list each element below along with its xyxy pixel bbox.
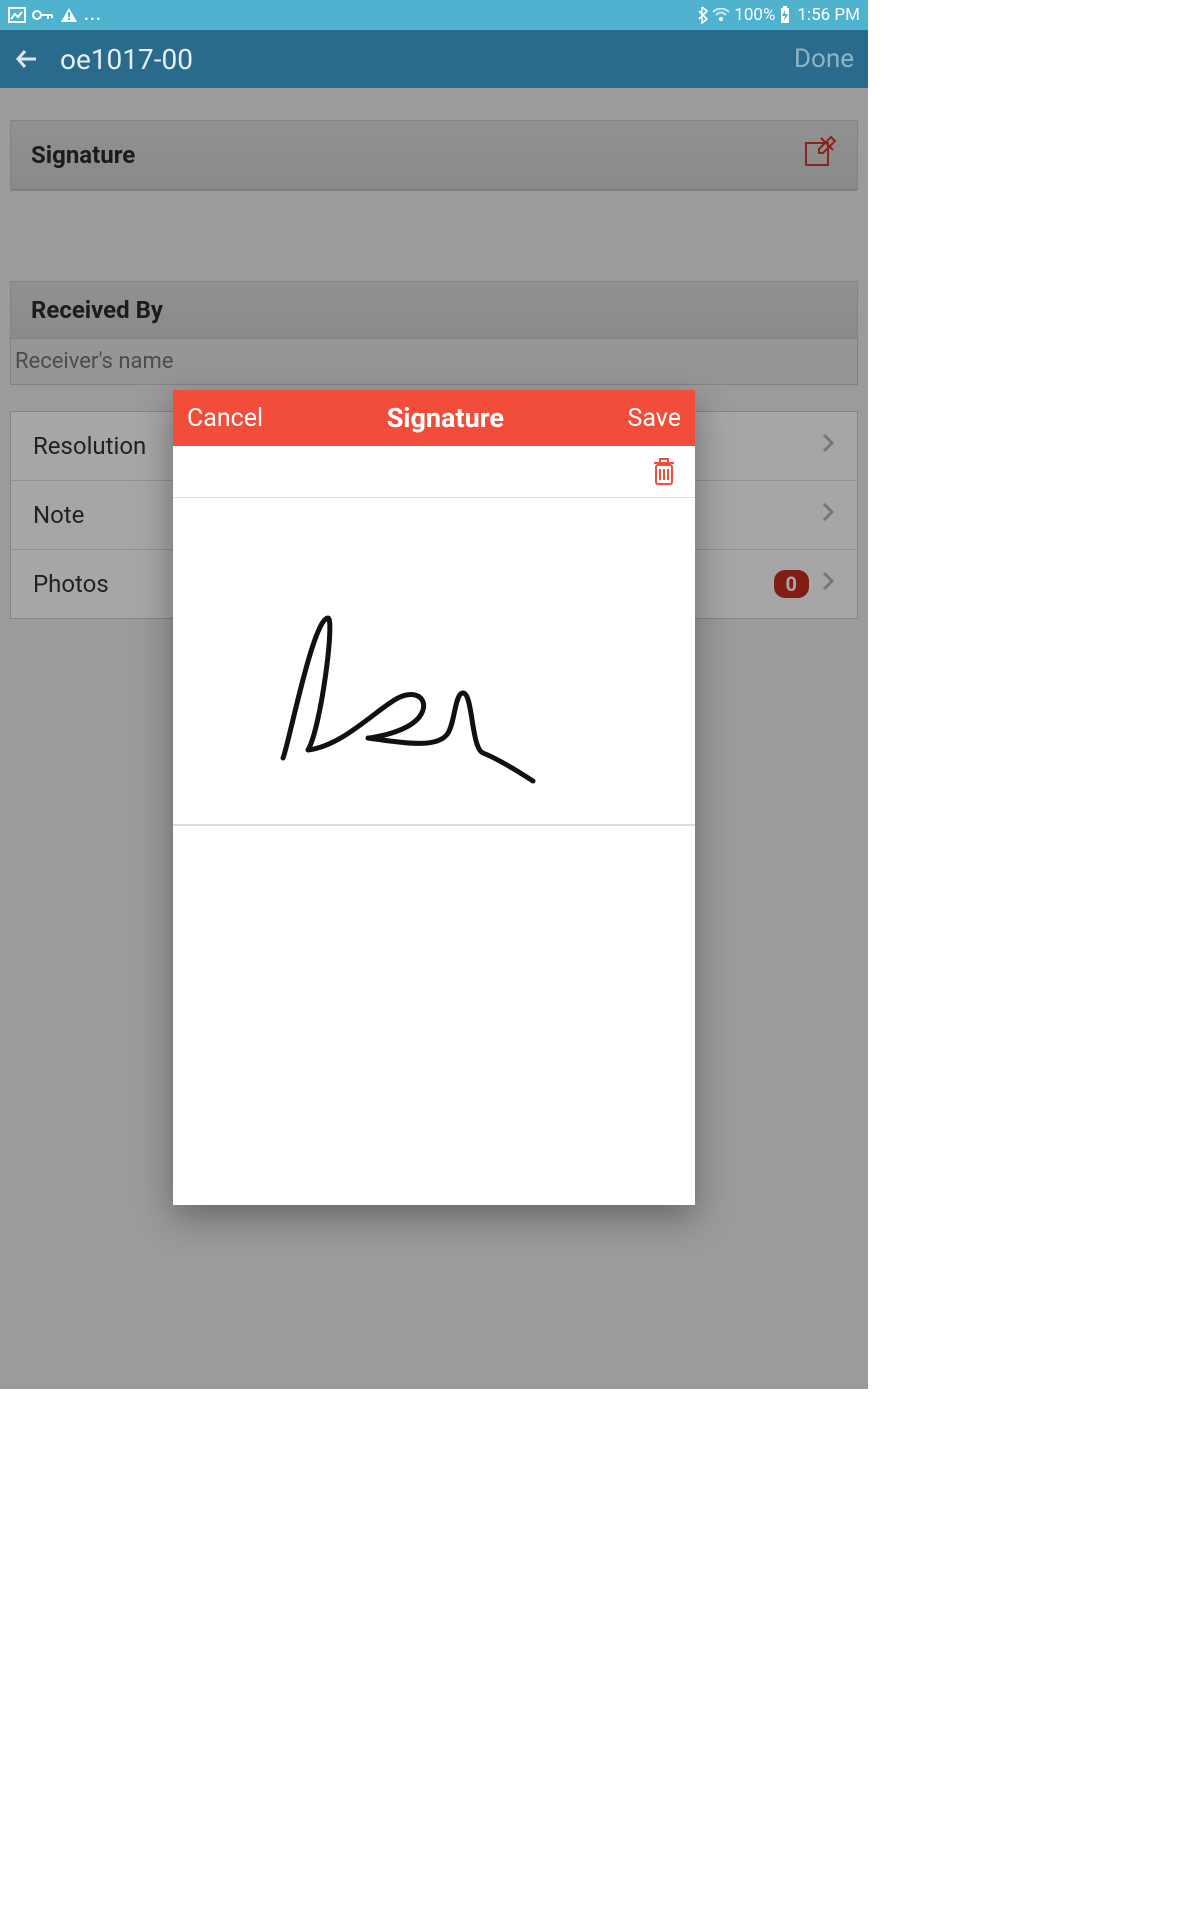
- page-body: Signature Received By Resolution Note: [0, 88, 868, 1389]
- modal-toolbar: [173, 446, 695, 498]
- bluetooth-icon: [696, 6, 708, 24]
- save-button[interactable]: Save: [628, 404, 681, 433]
- modal-lower-space: [173, 826, 695, 1205]
- battery-text: 100%: [734, 5, 775, 25]
- done-button[interactable]: Done: [794, 44, 854, 74]
- trash-button[interactable]: [651, 457, 677, 487]
- battery-icon: [779, 6, 791, 24]
- clock-text: 1:56 PM: [797, 5, 860, 25]
- cancel-button[interactable]: Cancel: [187, 404, 263, 433]
- modal-header: Cancel Signature Save: [173, 390, 695, 446]
- warning-icon: [60, 7, 78, 23]
- signature-modal: Cancel Signature Save: [173, 390, 695, 1205]
- app-header: oe1017-00 Done: [0, 30, 868, 88]
- statusbar-right: 100% 1:56 PM: [696, 5, 860, 25]
- picture-icon: [8, 7, 26, 23]
- modal-title: Signature: [263, 402, 627, 434]
- statusbar-left: ...: [8, 5, 102, 25]
- page-title: oe1017-00: [60, 43, 193, 76]
- key-icon: [32, 8, 54, 22]
- android-statusbar: ... 100% 1:56 PM: [0, 0, 868, 30]
- back-button[interactable]: [14, 46, 42, 72]
- more-icon: ...: [84, 5, 102, 25]
- wifi-icon: [712, 8, 730, 22]
- signature-canvas[interactable]: [173, 498, 695, 826]
